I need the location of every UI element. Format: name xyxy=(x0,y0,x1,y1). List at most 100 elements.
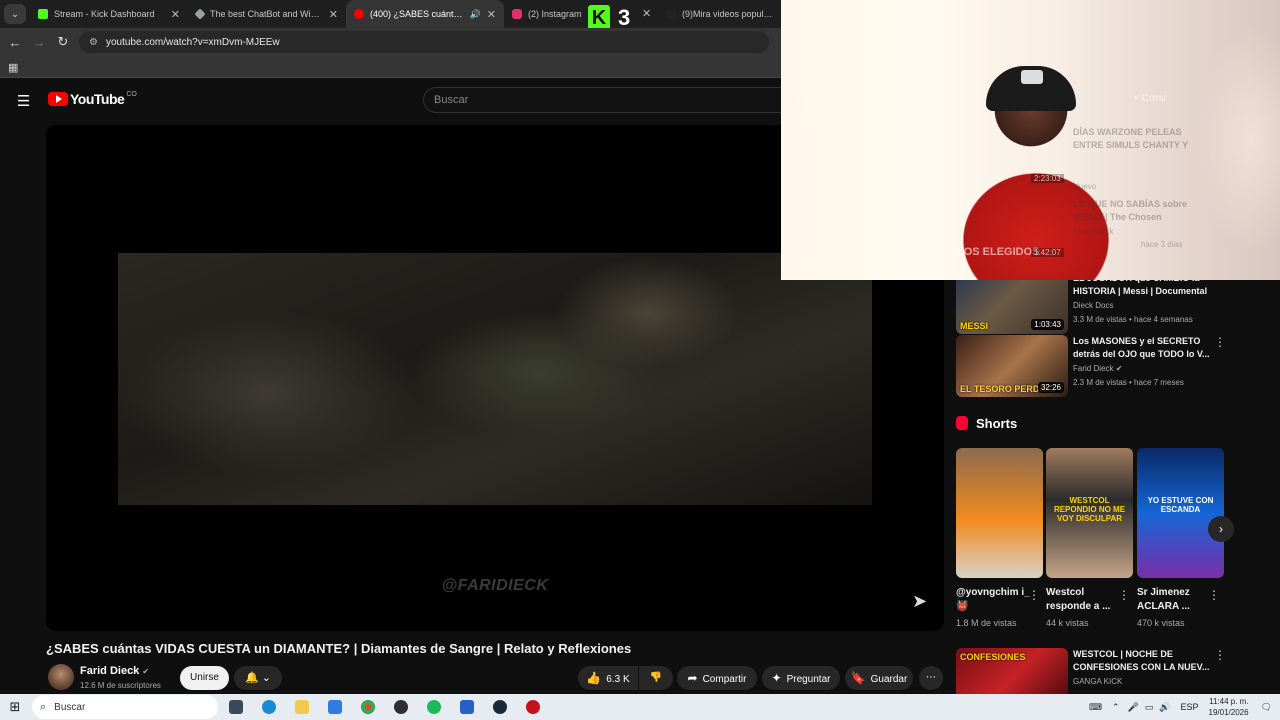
recommendation-channel[interactable]: Farid Dieck ✔ xyxy=(1073,364,1122,373)
more-options-icon[interactable]: ⋮ xyxy=(1118,588,1130,602)
like-button[interactable]: 👍 6.3 K xyxy=(578,666,638,690)
bookmark-icon: 🔖 xyxy=(850,671,866,685)
close-tab-icon[interactable]: ✕ xyxy=(487,8,496,21)
steam-icon[interactable] xyxy=(485,696,515,718)
thumbnail-caption: CONFESIONES xyxy=(960,652,1026,662)
search-icon: ⌕ xyxy=(40,700,47,713)
app-red-icon[interactable] xyxy=(518,696,548,718)
close-tab-icon[interactable]: ✕ xyxy=(642,7,651,20)
language-indicator[interactable]: ESP xyxy=(1181,702,1199,712)
obs-icon[interactable] xyxy=(386,696,416,718)
subscriber-count: 12.6 M de suscriptores xyxy=(80,681,161,690)
cap-logo-patch xyxy=(1021,70,1043,84)
recommendation-title[interactable]: Los MASONES y el SECRETO detrás del OJO … xyxy=(1073,335,1213,361)
channel-avatar[interactable] xyxy=(48,664,74,690)
close-tab-icon[interactable]: ✕ xyxy=(171,8,180,21)
short-thumbnail[interactable] xyxy=(956,448,1043,578)
share-label: Compartir xyxy=(702,674,747,685)
list-item[interactable]: MESSI 1:03:43 EL JUGADOR que CAMBIÓ la H… xyxy=(956,272,1256,334)
create-button-ghost: + Crear xyxy=(1133,93,1167,104)
tab-kick-dashboard[interactable]: Stream - Kick Dashboard ✕ xyxy=(30,0,188,28)
reload-icon[interactable]: ↻ xyxy=(51,34,75,50)
more-actions-button[interactable]: ⋯ xyxy=(919,666,943,690)
short-title[interactable]: Sr Jimenez ACLARA ... xyxy=(1137,586,1211,614)
site-info-icon[interactable]: ⚙ xyxy=(89,37,98,48)
short-thumbnail[interactable]: WESTCOL REPONDIO NO ME VOY DISCULPAR xyxy=(1046,448,1133,578)
chevron-down-icon: ⌄ xyxy=(261,672,271,684)
tab-title: Stream - Kick Dashboard xyxy=(54,9,155,19)
back-arrow-icon[interactable]: ← xyxy=(3,35,27,50)
close-tab-icon[interactable]: ✕ xyxy=(329,8,338,21)
list-item[interactable]: EL TESORO PERDIDO 32:26 Los MASONES y el… xyxy=(956,335,1256,397)
volume-icon[interactable]: 🔊 xyxy=(1159,702,1170,713)
notifications-button[interactable]: 🔔 ⌄ xyxy=(234,666,282,690)
windows-taskbar: ⊞ ⌕ Buscar ⌨ ⌃ 🎤 ▭ 🔊 ESP 11:44 p. m. 19/… xyxy=(0,694,1280,720)
mail-icon[interactable] xyxy=(320,696,350,718)
tab-search-button[interactable]: ⌄ xyxy=(4,4,26,24)
keyboard-icon[interactable]: ⌨ xyxy=(1089,702,1102,713)
search-input[interactable]: Buscar xyxy=(423,87,783,113)
join-button[interactable]: Unirse xyxy=(180,666,229,690)
youtube-logo[interactable]: YouTube CO xyxy=(48,91,137,107)
channel-name[interactable]: Farid Dieck ✔ xyxy=(80,665,149,677)
video-thumbnail[interactable]: EL TESORO PERDIDO 32:26 xyxy=(956,335,1068,397)
thumbnail-caption-ghost: LOS ELEGIDOS xyxy=(957,246,1040,258)
save-button[interactable]: 🔖 Guardar xyxy=(845,666,913,690)
speaker-icon[interactable]: 🔊 xyxy=(470,9,481,20)
tab-instagram[interactable]: (2) Instagram xyxy=(504,0,596,28)
windows-start-icon[interactable]: ⊞ xyxy=(0,699,30,715)
taskbar-search-input[interactable]: ⌕ Buscar xyxy=(32,695,218,719)
clock-date: 19/01/2026 xyxy=(1208,708,1249,717)
store-icon[interactable] xyxy=(452,696,482,718)
chrome-icon[interactable] xyxy=(353,696,383,718)
verified-check-icon: ✔ xyxy=(142,667,150,676)
youtube-favicon-icon xyxy=(354,9,364,19)
forward-arrow-icon[interactable]: → xyxy=(27,35,51,50)
webcam-overlay: DÍAS WARZONE PELEAS ENTRE SIMULS CHANTY … xyxy=(781,0,1280,280)
share-arrow-icon: ➦ xyxy=(687,671,698,685)
short-title[interactable]: Westcol responde a ... xyxy=(1046,586,1120,614)
chevron-up-icon[interactable]: ⌃ xyxy=(1112,702,1120,713)
shorts-heading: Shorts xyxy=(956,416,1017,431)
ask-button[interactable]: ✦ Preguntar xyxy=(762,666,840,690)
short-title[interactable]: @yovngchim i_ 👹 xyxy=(956,586,1030,614)
tab-youtube-active[interactable]: (400) ¿SABES cuántas VIDAS 🔊 ✕ xyxy=(346,0,504,28)
clock[interactable]: 11:44 p. m. 19/01/2026 xyxy=(1209,696,1249,718)
task-view-icon[interactable] xyxy=(221,696,251,718)
recommendation-channel-ghost: Farid Dieck xyxy=(1073,227,1114,236)
tab-chatbot[interactable]: The best ChatBot and Widgets ✕ xyxy=(188,0,346,28)
recommendation-channel[interactable]: GANGA KICK xyxy=(1073,677,1122,686)
more-options-icon[interactable]: ⋮ xyxy=(1208,588,1220,602)
video-title: ¿SABES cuántas VIDAS CUESTA un DIAMANTE?… xyxy=(46,641,632,656)
apps-grid-icon[interactable]: ▦ xyxy=(8,61,18,74)
more-options-icon[interactable]: ⋮ xyxy=(1214,335,1226,349)
thumbs-up-icon: 👍 xyxy=(586,671,602,685)
more-options-icon[interactable]: ⋮ xyxy=(1214,648,1226,662)
thumbnail-caption: MESSI xyxy=(960,321,989,331)
video-thumbnail[interactable]: MESSI 1:03:43 xyxy=(956,272,1068,334)
shorts-next-button[interactable]: › xyxy=(1208,516,1234,542)
tab-title: (9)Mira videos populares sel xyxy=(682,9,774,19)
duration-badge-ghost: 1:42:07 xyxy=(1031,248,1064,257)
dislike-button[interactable]: 👎 xyxy=(639,666,673,690)
file-explorer-icon[interactable] xyxy=(287,696,317,718)
recommendation-title[interactable]: WESTCOL | NOCHE DE CONFESIONES CON LA NU… xyxy=(1073,648,1213,674)
notifications-icon[interactable]: 🗨 xyxy=(1261,702,1272,713)
mic-icon[interactable]: 🎤 xyxy=(1128,702,1139,713)
url-field[interactable]: ⚙ youtube.com/watch?v=xmDvm-MJEEw xyxy=(79,31,769,53)
tab-tiktok[interactable]: (9)Mira videos populares sel xyxy=(658,0,782,28)
tiktok-favicon-icon xyxy=(666,9,676,19)
network-icon[interactable]: ▭ xyxy=(1145,702,1154,713)
spotify-icon[interactable] xyxy=(419,696,449,718)
tab-title: (2) Instagram xyxy=(528,9,582,19)
like-count: 6.3 K xyxy=(606,674,630,685)
edge-icon[interactable] xyxy=(254,696,284,718)
shorts-logo-icon xyxy=(956,416,968,430)
url-text: youtube.com/watch?v=xmDvm-MJEEw xyxy=(105,36,280,48)
menu-hamburger-icon[interactable]: ☰ xyxy=(17,92,30,110)
recommendation-channel[interactable]: Dieck Docs xyxy=(1073,301,1113,310)
short-thumbnail[interactable]: YO ESTUVE CON ESCANDA xyxy=(1137,448,1224,578)
more-options-icon[interactable]: ⋮ xyxy=(1028,588,1040,602)
share-button[interactable]: ➦ Compartir xyxy=(677,666,757,690)
duration-badge-ghost: 2:23:03 xyxy=(1031,174,1064,183)
